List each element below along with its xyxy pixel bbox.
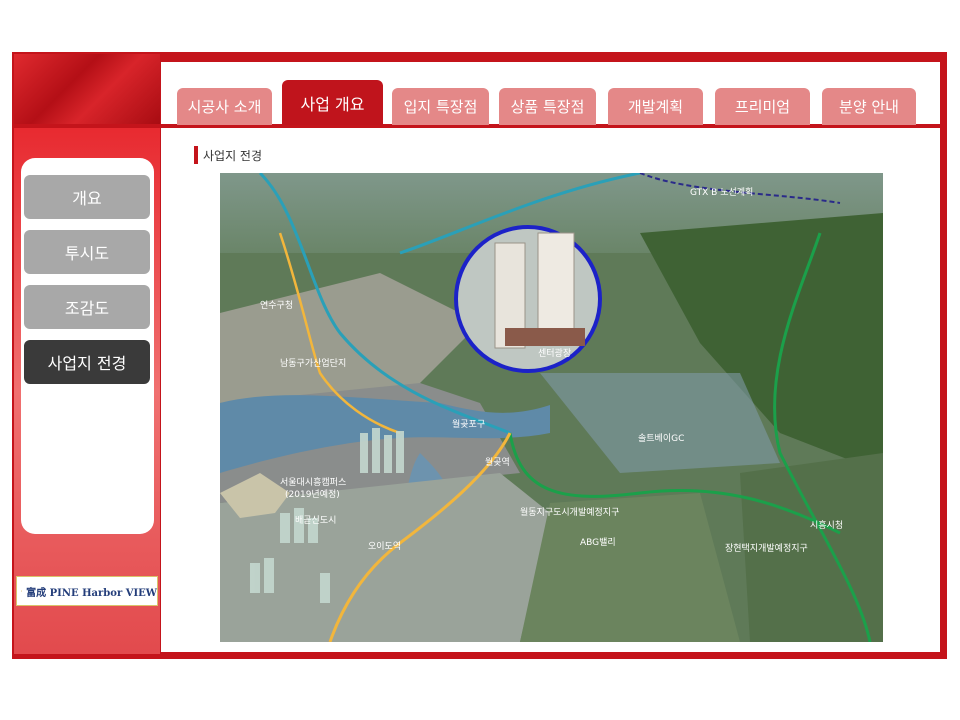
map-label-janghyeon-district: 장현택지개발예정지구 bbox=[725, 543, 808, 554]
map-label-snu-year: (2019년예정) bbox=[285, 489, 340, 500]
tab-product-features[interactable]: 상품 특장점 bbox=[499, 88, 596, 125]
section-title-text: 사업지 전경 bbox=[203, 148, 263, 163]
section-marker bbox=[194, 146, 198, 164]
map-label-namdong-industrial: 남동구가산업단지 bbox=[280, 358, 346, 369]
tab-premium[interactable]: 프리미엄 bbox=[715, 88, 810, 125]
tab-company-intro[interactable]: 시공사 소개 bbox=[177, 88, 272, 125]
brand-logo: 富成 PINE Harbor VIEW bbox=[16, 576, 158, 606]
map-label-snu-siheung: 서울대시흥캠퍼스 bbox=[280, 476, 346, 488]
section-title: 사업지 전경 bbox=[194, 145, 262, 165]
brand-name: 富成 PINE Harbor VIEW bbox=[26, 587, 157, 599]
map-label-wolgot-station: 월곶역 bbox=[485, 456, 510, 468]
sidebar-item-overview[interactable]: 개요 bbox=[24, 175, 150, 219]
map-label-oido-station: 오이도역 bbox=[368, 541, 401, 552]
map-label-baegot: 배곧신도시 bbox=[295, 515, 336, 526]
map-label-gtx-b: GTX B 노선계획 bbox=[690, 186, 753, 198]
pine-tree-icon bbox=[21, 590, 23, 592]
sidebar-item-site-view[interactable]: 사업지 전경 bbox=[24, 340, 150, 384]
tab-location-features[interactable]: 입지 특장점 bbox=[392, 88, 489, 125]
logo-block bbox=[14, 54, 160, 124]
map-label-saltbay-gc: 솔트베이GC bbox=[638, 433, 684, 444]
map-label-center-plaza: 센터광장 bbox=[538, 347, 571, 359]
sidebar-item-perspective[interactable]: 투시도 bbox=[24, 230, 150, 274]
site-aerial-map: 연수구청 남동구가산업단지 솔트베이GC 서울대시흥캠퍼스 (2019년예정) … bbox=[220, 173, 883, 642]
tab-sales-info[interactable]: 분양 안내 bbox=[822, 88, 916, 125]
map-label-siheung-cityhall: 시흥시청 bbox=[810, 519, 843, 531]
map-label-wolgot-district: 월동지구도시개발예정지구 bbox=[520, 506, 619, 518]
map-label-wolgot-port: 월곶포구 bbox=[452, 418, 485, 430]
map-label-yeonsu-office: 연수구청 bbox=[260, 300, 293, 311]
map-label-abg-valley: ABG밸리 bbox=[580, 537, 616, 548]
tab-project-overview[interactable]: 사업 개요 bbox=[282, 80, 383, 125]
sidebar-item-birdseye[interactable]: 조감도 bbox=[24, 285, 150, 329]
tab-development-plan[interactable]: 개발계획 bbox=[608, 88, 703, 125]
